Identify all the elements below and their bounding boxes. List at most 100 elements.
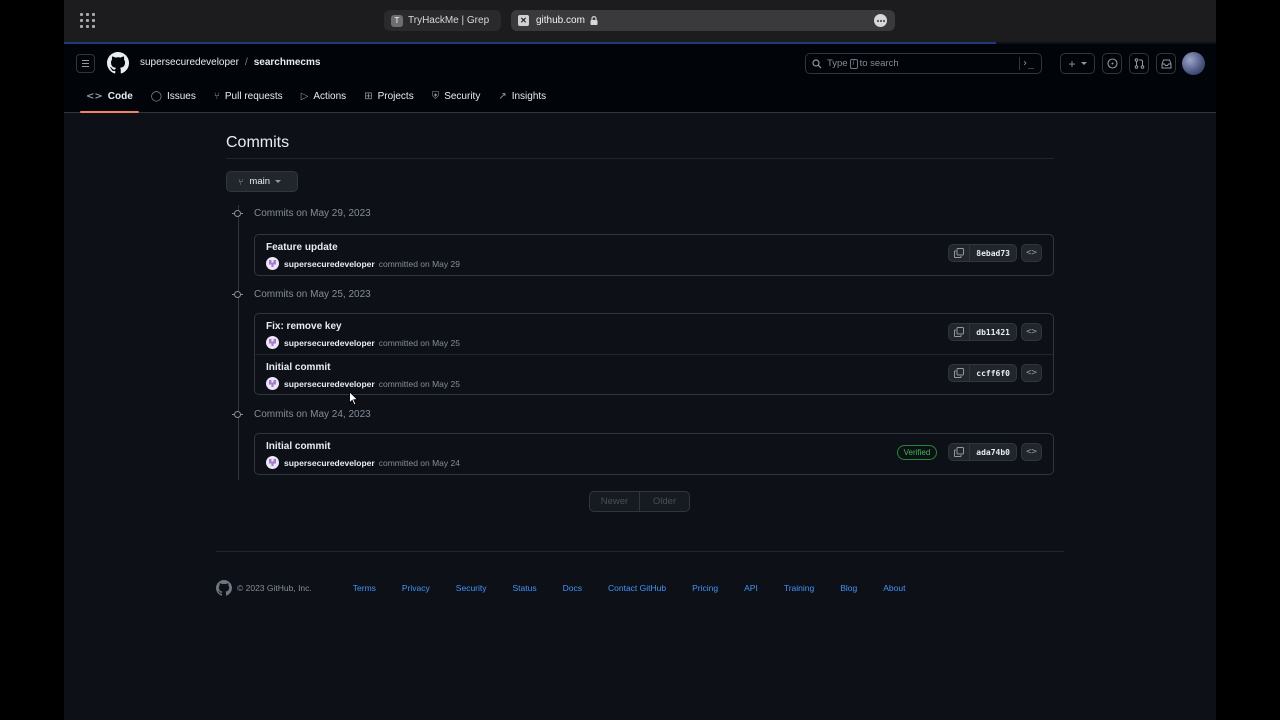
footer-link-pricing[interactable]: Pricing xyxy=(692,583,718,593)
address-bar[interactable]: ✕ github.com xyxy=(511,10,895,31)
mouse-cursor-icon xyxy=(349,391,359,406)
tab-code[interactable]: <> Code xyxy=(80,82,139,113)
commit-row: Fix: remove key supersecuredeveloper commi… xyxy=(255,314,1053,354)
commit-author-link[interactable]: supersecuredeveloper xyxy=(284,458,375,468)
breadcrumb-separator: / xyxy=(244,57,248,68)
repo-name-link[interactable]: searchmecms xyxy=(254,57,321,68)
tab-actions[interactable]: ▷ Actions xyxy=(295,82,353,111)
browse-repo-code-icon[interactable]: <> xyxy=(1021,364,1042,382)
footer-link-api[interactable]: API xyxy=(744,583,758,593)
commit-sha-link[interactable]: 8ebad73 xyxy=(969,244,1017,262)
newer-button[interactable]: Newer xyxy=(590,492,640,511)
user-avatar[interactable] xyxy=(1182,52,1205,75)
author-avatar[interactable] xyxy=(266,336,279,349)
inbox-header-button[interactable] xyxy=(1156,53,1176,74)
browser-tab-label: TryHackMe | Grep xyxy=(408,15,490,26)
copy-icon xyxy=(954,368,965,378)
tab-security[interactable]: ⛨ Security xyxy=(426,82,487,111)
footer-link-blog[interactable]: Blog xyxy=(840,583,857,593)
create-new-button[interactable]: + xyxy=(1060,53,1095,74)
footer-link-training[interactable]: Training xyxy=(784,583,814,593)
commit-group-date: Commits on May 25, 2023 xyxy=(254,288,371,300)
tab-issues[interactable]: ◯ Issues xyxy=(145,82,202,111)
search-icon xyxy=(812,58,822,68)
footer-link-about[interactable]: About xyxy=(883,583,905,593)
projects-icon: ⊞ xyxy=(364,91,373,102)
tab-projects[interactable]: ⊞ Projects xyxy=(358,82,420,111)
commit-list: Initial commit supersecuredeveloper commit… xyxy=(254,433,1054,475)
search-placeholder-prefix: Type xyxy=(827,58,848,69)
commit-date: committed on May 25 xyxy=(378,337,460,348)
search-divider xyxy=(1019,57,1020,70)
more-options-icon[interactable] xyxy=(874,14,887,27)
footer-link-status[interactable]: Status xyxy=(513,583,537,593)
commit-sha-link[interactable]: db11421 xyxy=(969,323,1017,341)
footer-link-privacy[interactable]: Privacy xyxy=(402,583,430,593)
commit-group-heading: Commits on May 29, 2023 xyxy=(232,206,371,220)
tab-label: Projects xyxy=(377,91,414,102)
commit-title-link[interactable]: Initial commit xyxy=(266,441,330,452)
older-button[interactable]: Older xyxy=(640,492,689,511)
commit-sha-link[interactable]: ccff6f0 xyxy=(969,364,1017,382)
chevron-down-icon xyxy=(1080,62,1087,65)
author-avatar[interactable] xyxy=(266,257,279,270)
copy-sha-button[interactable] xyxy=(948,364,970,382)
commit-author-link[interactable]: supersecuredeveloper xyxy=(284,379,375,389)
commit-sha-link[interactable]: ada74b0 xyxy=(969,443,1017,461)
issues-header-button[interactable] xyxy=(1102,53,1122,74)
chevron-down-icon xyxy=(275,180,281,183)
branch-select-button[interactable]: ⑂ main xyxy=(226,171,298,192)
title-divider xyxy=(226,158,1054,159)
page-title: Commits xyxy=(226,134,290,151)
github-logo-icon[interactable] xyxy=(216,580,232,596)
commit-date: committed on May 29 xyxy=(378,258,460,269)
author-avatar[interactable] xyxy=(266,377,279,390)
commit-title-link[interactable]: Initial commit xyxy=(266,362,330,373)
branch-name: main xyxy=(249,176,270,187)
commit-timeline xyxy=(238,205,239,480)
pagination: Newer Older xyxy=(589,491,690,512)
verified-badge[interactable]: Verified xyxy=(896,444,938,460)
author-avatar[interactable] xyxy=(266,456,279,469)
tab-pull-requests[interactable]: ⑂ Pull requests xyxy=(208,82,289,111)
footer-link-terms[interactable]: Terms xyxy=(353,583,376,593)
browser-tab-tryhackme[interactable]: T TryHackMe | Grep xyxy=(384,10,501,31)
inbox-icon xyxy=(1161,59,1171,68)
footer-link-contact-github[interactable]: Contact GitHub xyxy=(608,583,666,593)
browse-repo-code-icon[interactable]: <> xyxy=(1021,323,1042,341)
pull-request-icon: ⑂ xyxy=(213,91,220,102)
copy-sha-button[interactable] xyxy=(948,443,970,461)
tab-label: Issues xyxy=(166,91,196,102)
tab-overview-icon[interactable] xyxy=(80,13,95,28)
breadcrumb: supersecuredeveloper / searchmecms xyxy=(140,57,320,68)
git-branch-icon: ⑂ xyxy=(238,176,244,187)
tab-label: Pull requests xyxy=(224,91,283,102)
command-palette-icon[interactable]: ›_ xyxy=(1022,58,1034,69)
footer-link-docs[interactable]: Docs xyxy=(563,583,582,593)
commit-author-link[interactable]: supersecuredeveloper xyxy=(284,338,375,348)
browse-repo-code-icon[interactable]: <> xyxy=(1021,244,1042,262)
commit-author-link[interactable]: supersecuredeveloper xyxy=(284,259,375,269)
commit-title-link[interactable]: Fix: remove key xyxy=(266,321,342,332)
commit-meta: supersecuredeveloper committed on May 29 xyxy=(266,257,460,270)
security-icon: ⛨ xyxy=(431,91,440,102)
tab-insights[interactable]: ↗ Insights xyxy=(492,82,552,111)
commit-actions: db11421 <> xyxy=(948,323,1042,341)
commit-group-date: Commits on May 29, 2023 xyxy=(254,207,371,219)
git-commit-icon xyxy=(232,289,243,300)
git-pull-request-icon xyxy=(1134,58,1144,69)
github-favicon-icon: ✕ xyxy=(518,15,529,26)
git-commit-icon xyxy=(232,409,243,420)
copy-sha-button[interactable] xyxy=(948,244,970,262)
commit-actions: ccff6f0 <> xyxy=(948,364,1042,382)
footer-link-security[interactable]: Security xyxy=(456,583,487,593)
issue-opened-icon xyxy=(1106,58,1118,69)
repo-owner-link[interactable]: supersecuredeveloper xyxy=(140,57,239,68)
search-input[interactable]: Type / to search ›_ xyxy=(805,53,1042,74)
pull-requests-header-button[interactable] xyxy=(1129,53,1149,74)
hamburger-menu-icon[interactable] xyxy=(76,54,95,73)
browse-repo-code-icon[interactable]: <> xyxy=(1021,443,1042,461)
copy-sha-button[interactable] xyxy=(948,323,970,341)
commit-title-link[interactable]: Feature update xyxy=(266,242,338,253)
github-logo-icon[interactable] xyxy=(107,52,129,74)
